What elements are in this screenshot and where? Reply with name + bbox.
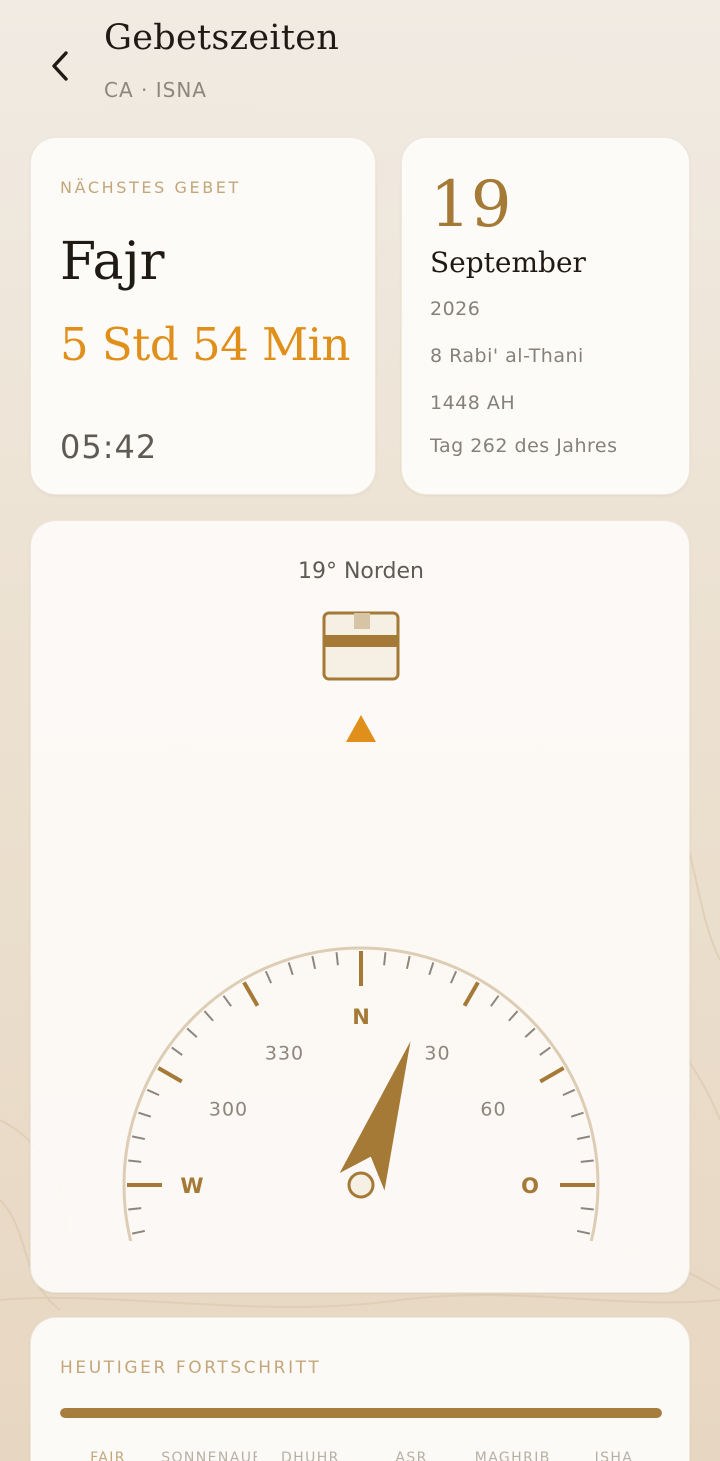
compass-tick xyxy=(524,1027,536,1038)
compass-tick xyxy=(138,1111,152,1118)
prayer-list: FAJR SONNENAUFGANG DHUHR ASR MAGHRIB ISH… xyxy=(60,1450,662,1461)
compass-tick xyxy=(131,1229,146,1235)
compass-tick xyxy=(539,1066,565,1084)
compass-tick xyxy=(405,955,411,970)
compass-tick xyxy=(311,955,317,970)
prayer-item-maghrib[interactable]: MAGHRIB xyxy=(465,1450,561,1461)
qibla-compass-card: 19° Norden N O S W 306012015021024030033… xyxy=(30,520,690,1293)
compass-tick xyxy=(462,981,480,1007)
cardinal-e: O xyxy=(521,1174,539,1198)
compass-tick xyxy=(490,995,500,1007)
compass-tick xyxy=(562,1088,576,1097)
compass-tick xyxy=(576,1229,591,1235)
location-method: CA · ISNA xyxy=(104,78,207,102)
cardinal-w: W xyxy=(180,1174,203,1198)
compass-tick xyxy=(287,962,294,976)
prayer-item-sunrise[interactable]: SONNENAUFGANG xyxy=(161,1450,257,1461)
compass-tick xyxy=(222,995,232,1007)
triangle-up-icon xyxy=(346,715,376,742)
compass-tick xyxy=(428,962,435,976)
compass-tick xyxy=(128,1159,142,1163)
compass-tick xyxy=(335,952,339,966)
next-prayer-name: Fajr xyxy=(60,232,165,292)
hijri-year: 1448 AH xyxy=(430,392,516,414)
chevron-left-icon xyxy=(52,51,68,81)
page-title: Gebetszeiten xyxy=(104,18,340,58)
prayer-item-isha[interactable]: ISHA xyxy=(566,1450,662,1461)
prayer-item-fajr[interactable]: FAJR xyxy=(60,1450,156,1461)
date-year: 2026 xyxy=(430,298,481,320)
cardinal-n: N xyxy=(352,1005,370,1029)
compass-tick xyxy=(539,1046,551,1056)
prayer-item-asr[interactable]: ASR xyxy=(364,1450,460,1461)
app-header: Gebetszeiten CA · ISNA xyxy=(0,0,720,120)
prayer-item-dhuhr[interactable]: DHUHR xyxy=(262,1450,358,1461)
compass-dial: N O S W 3060120150210240300330 xyxy=(122,715,600,1241)
progress-fill xyxy=(60,1408,662,1418)
compass-tick xyxy=(580,1207,594,1211)
next-prayer-time: 05:42 xyxy=(60,428,158,466)
degree-label: 330 xyxy=(265,1042,304,1064)
next-prayer-countdown: 5 Std 54 Min xyxy=(60,318,350,371)
today-progress-card: HEUTIGER FORTSCHRITT FAJR SONNENAUFGANG … xyxy=(30,1317,690,1461)
next-prayer-label: NÄCHSTES GEBET xyxy=(60,178,241,197)
qibla-direction: 19° Norden xyxy=(297,559,424,584)
compass-tick xyxy=(171,1046,183,1056)
compass-tick xyxy=(242,981,260,1007)
compass-tick xyxy=(131,1135,146,1141)
compass-tick xyxy=(508,1010,519,1022)
next-prayer-card[interactable]: NÄCHSTES GEBET Fajr 5 Std 54 Min 05:42 xyxy=(30,137,376,495)
compass-tick xyxy=(580,1159,594,1163)
kaaba-icon xyxy=(322,611,400,681)
compass-tick xyxy=(576,1135,591,1141)
compass-tick xyxy=(264,970,273,984)
compass-tick xyxy=(128,1207,142,1211)
compass-tick xyxy=(570,1111,584,1118)
compass-tick xyxy=(157,1066,183,1084)
day-of-year: Tag 262 des Jahres xyxy=(430,435,618,457)
back-button[interactable] xyxy=(38,42,82,90)
compass-tick xyxy=(383,952,387,966)
compass-tick xyxy=(146,1088,160,1097)
progress-bar xyxy=(60,1408,662,1418)
progress-label: HEUTIGER FORTSCHRITT xyxy=(60,1358,322,1378)
hijri-date: 8 Rabi' al-Thani xyxy=(430,345,584,367)
compass-tick xyxy=(203,1010,214,1022)
degree-label: 60 xyxy=(480,1099,506,1121)
qibla-needle xyxy=(339,1041,411,1199)
degree-label: 300 xyxy=(209,1099,248,1121)
date-card[interactable]: 19 September 2026 8 Rabi' al-Thani 1448 … xyxy=(401,137,690,495)
compass-tick xyxy=(449,970,458,984)
compass-tick xyxy=(186,1027,198,1038)
degree-label: 30 xyxy=(424,1042,450,1064)
date-day: 19 xyxy=(430,168,512,242)
date-month: September xyxy=(430,246,586,279)
